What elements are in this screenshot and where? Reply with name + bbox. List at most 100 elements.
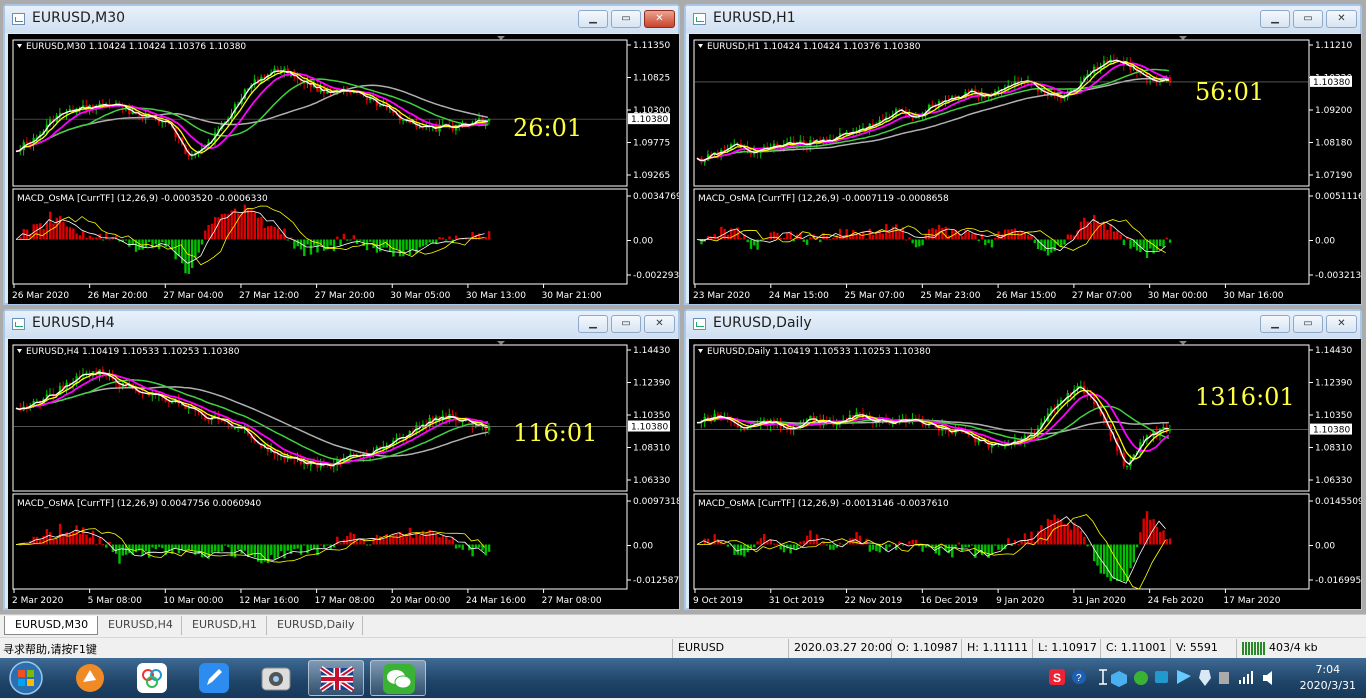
- macd-histogram-bar: [759, 239, 763, 241]
- clock[interactable]: 7:04 2020/3/31: [1300, 662, 1356, 694]
- macd-histogram-bar: [458, 544, 461, 548]
- tab-eurusd-h4[interactable]: EURUSD,H4: [98, 616, 182, 635]
- tab-eurusd-m30[interactable]: EURUSD,M30: [4, 616, 98, 635]
- macd-histogram-bar: [1069, 234, 1073, 240]
- macd-histogram-bar: [756, 541, 759, 545]
- macd-histogram-bar: [1142, 518, 1145, 545]
- usb-icon: [1219, 672, 1229, 684]
- macd-histogram-bar: [283, 544, 286, 559]
- time-label: 9 Oct 2019: [693, 596, 743, 606]
- macd-histogram-bar: [39, 539, 42, 545]
- macd-histogram-bar: [776, 543, 779, 545]
- macd-histogram-bar: [332, 239, 336, 252]
- window-titlebar[interactable]: EURUSD,M30 ▁ ▭ ✕: [5, 6, 678, 33]
- macd-histogram-bar: [402, 535, 405, 545]
- macd-histogram-bar: [306, 544, 309, 554]
- maximize-button[interactable]: ▭: [1293, 315, 1323, 333]
- macd-histogram-bar: [144, 239, 148, 248]
- macd-histogram-bar: [349, 239, 352, 241]
- macd-histogram-bar: [1093, 214, 1096, 240]
- macd-histogram-bar: [786, 232, 789, 240]
- price-chart[interactable]: 1.14430 1.12390 1.10350 1.08310 1.06330 0.009…: [8, 339, 679, 609]
- taskbar-app-1[interactable]: [62, 660, 118, 696]
- macd-histogram-bar: [388, 537, 392, 545]
- minimize-button[interactable]: ▁: [578, 10, 608, 28]
- maximize-button[interactable]: ▭: [611, 315, 641, 333]
- time-label: 5 Mar 08:00: [88, 596, 143, 606]
- minimize-button[interactable]: ▁: [1260, 10, 1290, 28]
- macd-histogram-bar: [1060, 239, 1063, 248]
- time-label: 17 Mar 2020: [1223, 596, 1280, 606]
- candle-body: [25, 142, 29, 144]
- macd-histogram-bar: [58, 215, 62, 240]
- status-bar: 寻求帮助,请按F1键 EURUSD 2020.03.27 20:00 O: 1.…: [0, 637, 1366, 658]
- time-label: 22 Nov 2019: [845, 596, 903, 606]
- macd-histogram-bar: [1119, 544, 1122, 582]
- maximize-button[interactable]: ▭: [611, 10, 641, 28]
- macd-histogram-bar: [95, 237, 98, 240]
- main-pane-border: [693, 344, 1310, 492]
- time-label: 30 Mar 21:00: [542, 291, 602, 301]
- candle-body: [1168, 77, 1172, 82]
- window-titlebar[interactable]: EURUSD,H4 ▁ ▭ ✕: [5, 311, 678, 338]
- macd-histogram-bar: [1030, 531, 1033, 545]
- macd-histogram-bar: [369, 544, 372, 546]
- window-titlebar[interactable]: EURUSD,H1 ▁ ▭ ✕: [686, 6, 1360, 33]
- macd-histogram-bar: [270, 225, 273, 240]
- minimize-button[interactable]: ▁: [1260, 315, 1290, 333]
- macd-histogram-bar: [207, 224, 210, 240]
- macd-histogram-bar: [382, 539, 385, 545]
- macd-histogram-bar: [151, 544, 154, 548]
- macd-histogram-bar: [217, 217, 220, 240]
- window-titlebar[interactable]: EURUSD,Daily ▁ ▭ ✕: [686, 311, 1360, 338]
- macd-histogram-bar: [184, 239, 187, 274]
- close-button[interactable]: ✕: [644, 10, 675, 28]
- tab-eurusd-h1[interactable]: EURUSD,H1: [182, 616, 267, 635]
- chart-window-eurusd-daily[interactable]: EURUSD,Daily ▁ ▭ ✕ 1.14430 1.12390 1.10350 1.08…: [684, 309, 1362, 610]
- camera-app-icon: [261, 667, 291, 691]
- minimize-button[interactable]: ▁: [578, 315, 608, 333]
- candle-timer: 56:01: [1195, 78, 1264, 106]
- taskbar-app-4[interactable]: [248, 660, 304, 696]
- macd-histogram-bar: [454, 544, 458, 549]
- volume-icon: [1263, 671, 1272, 685]
- taskbar-app-3[interactable]: [186, 660, 242, 696]
- chart-window-eurusd-h4[interactable]: EURUSD,H4 ▁ ▭ ✕ 1.14430 1.12390 1.10350 1.08310…: [3, 309, 680, 610]
- price-chart[interactable]: 1.14430 1.12390 1.10350 1.08310 1.06330 0.014…: [689, 339, 1361, 609]
- macd-scale-label: 0.00: [1315, 237, 1335, 247]
- macd-histogram-bar: [713, 534, 716, 545]
- macd-histogram-bar: [987, 239, 990, 244]
- start-button[interactable]: [4, 660, 48, 696]
- chart-window-eurusd-m30[interactable]: EURUSD,M30 ▁ ▭ ✕ 1.11350 1.10825 1.10300 1.0977…: [3, 4, 680, 305]
- close-button[interactable]: ✕: [1326, 10, 1357, 28]
- macd-histogram-bar: [474, 544, 478, 549]
- macd-histogram-bar: [190, 239, 194, 268]
- close-button[interactable]: ✕: [644, 315, 675, 333]
- taskbar-metatrader[interactable]: [308, 660, 364, 696]
- macd-histogram-bar: [1086, 544, 1089, 547]
- taskbar-app-2[interactable]: [124, 660, 180, 696]
- window-title: EURUSD,M30: [32, 10, 126, 26]
- window-title: EURUSD,Daily: [713, 315, 812, 331]
- tab-eurusd-daily[interactable]: EURUSD,Daily: [267, 616, 363, 635]
- price-label: 1.10350: [633, 411, 670, 421]
- macd-histogram-bar: [994, 544, 997, 546]
- close-button[interactable]: ✕: [1326, 315, 1357, 333]
- macd-histogram-bar: [832, 237, 835, 240]
- macd-histogram-bar: [961, 544, 964, 552]
- chart-window-eurusd-h1[interactable]: EURUSD,H1▁▭✕1.112101.102201.092001.08180…: [684, 4, 1362, 305]
- macd-histogram-bar: [190, 544, 194, 551]
- price-chart[interactable]: 1.112101.102201.092001.081801.071900.005…: [689, 34, 1361, 304]
- price-chart[interactable]: 1.11350 1.10825 1.10300 1.09775 1.09265 0.003…: [8, 34, 679, 304]
- macd-histogram-bar: [838, 542, 842, 545]
- macd-scale-label: 0.00: [633, 237, 653, 247]
- maximize-button[interactable]: ▭: [1293, 10, 1323, 28]
- macd-histogram-bar: [428, 239, 431, 243]
- macd-histogram-bar: [260, 216, 263, 240]
- macd-histogram-bar: [339, 543, 342, 545]
- taskbar-wechat[interactable]: [370, 660, 426, 696]
- time-label: 26 Mar 2020: [12, 291, 69, 301]
- macd-histogram-bar: [1063, 239, 1066, 245]
- time-label: 31 Oct 2019: [769, 596, 825, 606]
- chart-menu-arrow-icon: [698, 44, 703, 48]
